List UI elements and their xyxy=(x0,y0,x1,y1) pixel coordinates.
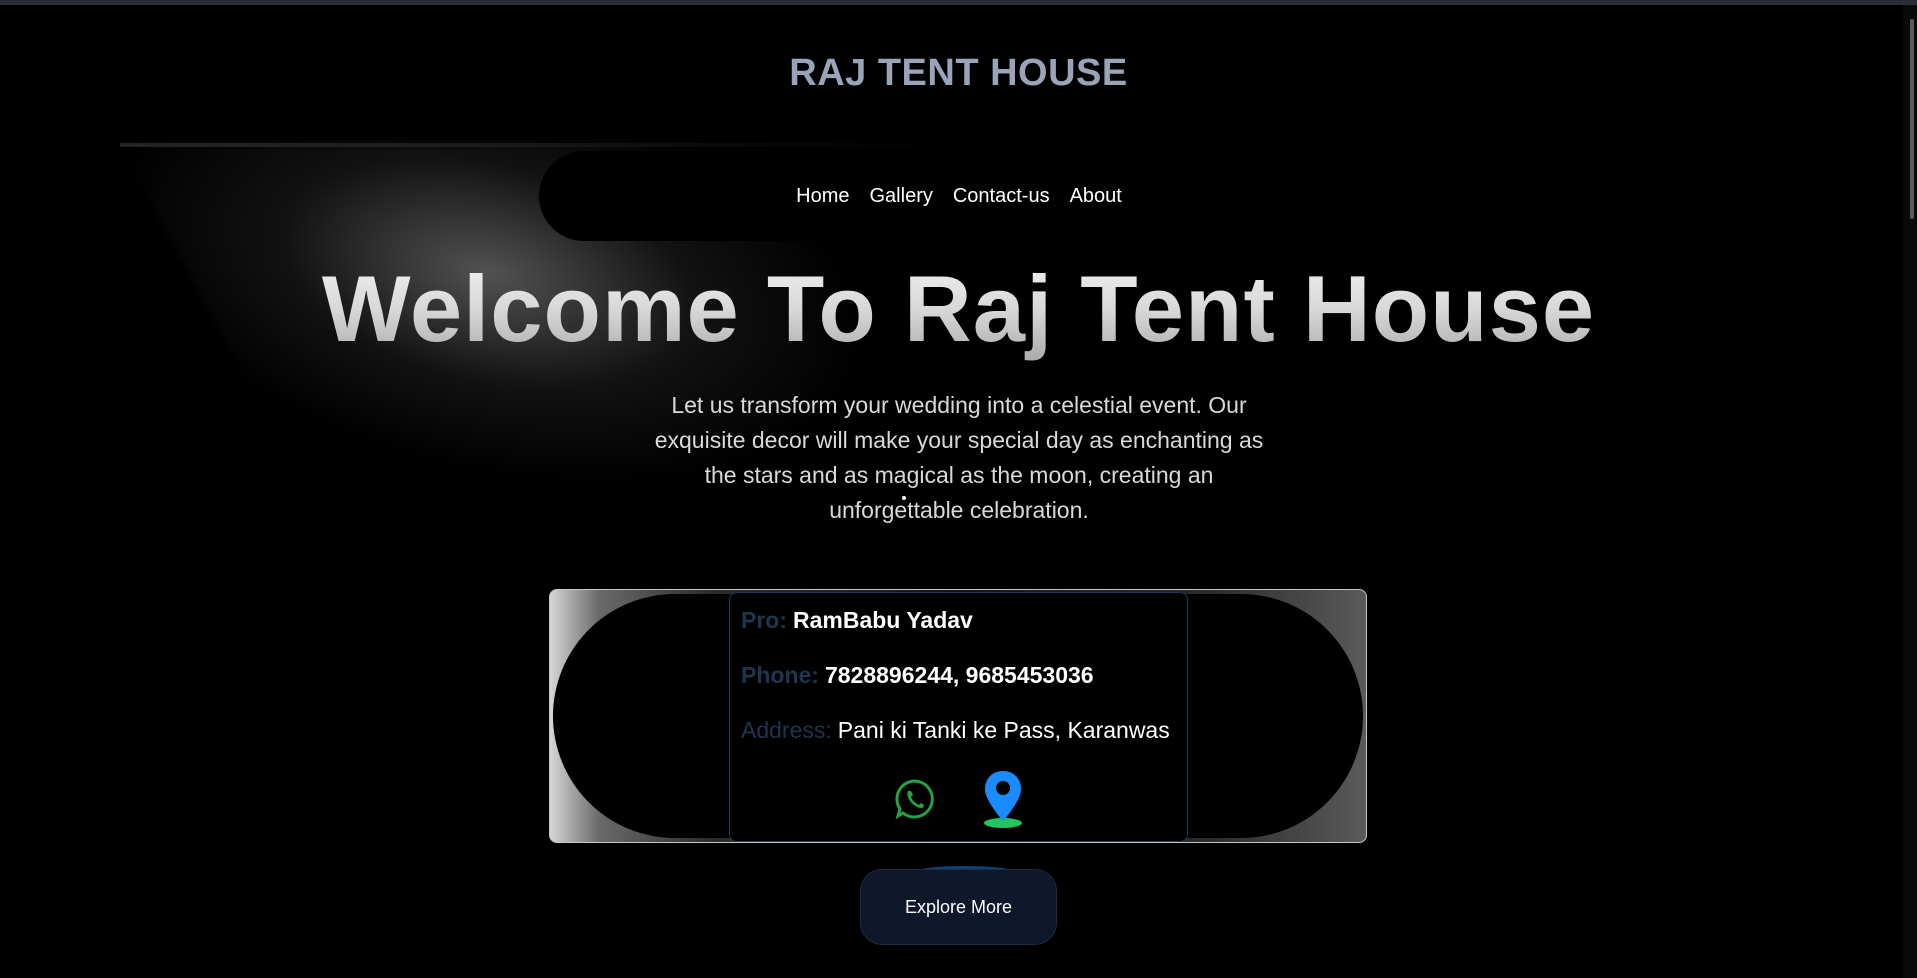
whatsapp-icon[interactable] xyxy=(894,778,936,820)
window-top-bar xyxy=(0,0,1917,5)
pro-line: Pro: RamBabu Yadav xyxy=(741,607,973,634)
hero-description: Let us transform your wedding into a cel… xyxy=(654,392,1264,523)
address-value: Pani ki Tanki ke Pass, Karanwas xyxy=(837,717,1170,743)
nav-item-about[interactable]: About xyxy=(1070,185,1122,208)
cursor-dot xyxy=(902,496,906,500)
nav-item-home[interactable]: Home xyxy=(796,185,849,208)
site-title: RAJ TENT HOUSE xyxy=(789,52,1128,94)
main-nav: Home Gallery Contact-us About xyxy=(539,151,1379,241)
pro-value: RamBabu Yadav xyxy=(793,607,973,633)
location-pin-icon[interactable] xyxy=(982,769,1024,829)
scrollbar[interactable] xyxy=(1903,5,1917,978)
spotlight-edge xyxy=(120,143,940,147)
nav-item-contact-us[interactable]: Contact-us xyxy=(953,185,1050,208)
hero-title: Welcome To Raj Tent House xyxy=(0,255,1917,363)
nav-item-gallery[interactable]: Gallery xyxy=(870,185,933,208)
phone-line: Phone: 7828896244, 9685453036 xyxy=(741,662,1094,689)
phone-value[interactable]: 7828896244, 9685453036 xyxy=(825,662,1094,688)
scrollbar-thumb[interactable] xyxy=(1910,19,1914,219)
address-line: Address: Pani ki Tanki ke Pass, Karanwas xyxy=(741,717,1170,744)
pro-label: Pro: xyxy=(741,607,787,633)
address-label: Address: xyxy=(741,717,832,743)
explore-more-button[interactable]: Explore More xyxy=(860,869,1057,945)
phone-label: Phone: xyxy=(741,662,819,688)
